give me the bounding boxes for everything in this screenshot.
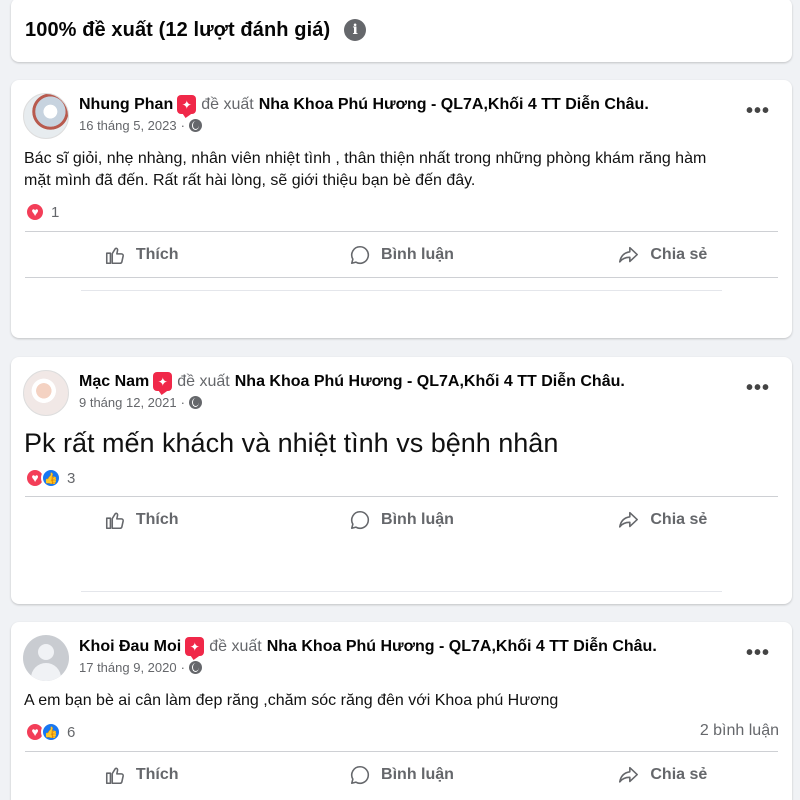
comment-area-divider [81, 290, 722, 291]
more-options-icon[interactable]: ••• [746, 378, 770, 398]
share-label: Chia sẻ [650, 246, 708, 263]
share-icon [619, 766, 639, 783]
reaction-count: 3 [67, 469, 76, 487]
post-text-line: A em bạn bè ai cân làm đep răng ,chăm só… [24, 692, 559, 709]
like-reaction-icon: 👍 [41, 468, 61, 488]
review-post: Khoi Đau Moi ✦ đề xuất Nha Khoa Phú Hươn… [11, 622, 792, 800]
like-icon [105, 767, 124, 785]
reactions-summary[interactable]: ♥ 👍 6 [25, 722, 75, 742]
post-date[interactable]: 9 tháng 12, 2021 [79, 395, 177, 410]
globe-icon [188, 119, 202, 132]
post-text: Bác sĩ giỏi, nhẹ nhàng, nhân viên nhiệt … [24, 148, 706, 192]
recommendation-summary: 100% đề xuất (12 lượt đánh giá) i [11, 0, 792, 62]
post-text-line: Pk rất mến khách và nhiệt tình vs bệnh n… [24, 428, 559, 458]
comment-icon [351, 245, 370, 265]
post-date[interactable]: 16 tháng 5, 2023 [79, 118, 177, 133]
avatar[interactable] [23, 635, 69, 681]
like-button[interactable]: Thích [11, 498, 271, 542]
review-post: Mạc Nam ✦ đề xuất Nha Khoa Phú Hương - Q… [11, 357, 792, 604]
recommend-icon: ✦ [185, 637, 205, 656]
recommend-verb: đề xuất [177, 372, 230, 390]
comment-label: Bình luận [381, 766, 454, 783]
share-label: Chia sẻ [650, 766, 708, 783]
comment-icon [351, 510, 370, 530]
page-name[interactable]: Nha Khoa Phú Hương - QL7A,Khối 4 TT Diễn… [259, 96, 649, 114]
page-name[interactable]: Nha Khoa Phú Hương - QL7A,Khối 4 TT Diễn… [235, 373, 625, 391]
post-actions: Thích Bình luận Chia sẻ [11, 233, 792, 277]
summary-title: 100% đề xuất (12 lượt đánh giá) [25, 18, 331, 41]
review-post: Nhung Phan ✦ đề xuất Nha Khoa Phú Hương … [11, 80, 792, 338]
post-text-line: Bác sĩ giỏi, nhẹ nhàng, nhân viên nhiệt … [24, 150, 707, 167]
globe-icon [188, 396, 202, 409]
share-button[interactable]: Chia sẻ [532, 753, 792, 797]
post-actions: Thích Bình luận Chia sẻ [11, 753, 792, 797]
like-label: Thích [135, 246, 179, 263]
date-separator: · [180, 118, 185, 133]
info-icon[interactable]: i [344, 19, 367, 41]
like-reaction-icon: 👍 [41, 722, 61, 742]
comment-button[interactable]: Bình luận [271, 233, 531, 277]
like-label: Thích [135, 766, 179, 783]
like-button[interactable]: Thích [11, 753, 271, 797]
comment-button[interactable]: Bình luận [271, 753, 531, 797]
divider [25, 751, 778, 752]
avatar[interactable] [23, 370, 69, 416]
share-label: Chia sẻ [650, 511, 708, 528]
divider [25, 277, 778, 278]
like-button[interactable]: Thích [11, 233, 271, 277]
comment-button[interactable]: Bình luận [271, 498, 531, 542]
post-actions: Thích Bình luận Chia sẻ [11, 498, 792, 542]
globe-icon [188, 661, 202, 674]
like-icon [105, 512, 124, 530]
love-reaction-icon: ♥ [25, 202, 45, 222]
share-button[interactable]: Chia sẻ [532, 498, 792, 542]
more-options-icon[interactable]: ••• [746, 101, 770, 121]
comment-area-divider [81, 591, 722, 592]
more-options-icon[interactable]: ••• [746, 643, 770, 663]
reactions-summary[interactable]: ♥ 👍 3 [25, 468, 75, 488]
share-icon [619, 511, 639, 528]
divider [25, 496, 778, 497]
recommend-icon: ✦ [177, 95, 197, 114]
post-text: Pk rất mến khách và nhiệt tình vs bệnh n… [24, 427, 558, 459]
date-separator: · [180, 660, 185, 675]
author-name[interactable]: Mạc Nam [79, 373, 149, 391]
like-icon [105, 247, 124, 265]
date-separator: · [180, 395, 185, 410]
author-name[interactable]: Khoi Đau Moi [79, 638, 181, 656]
reactions-summary[interactable]: ♥ 1 [25, 202, 59, 222]
comment-icon [351, 765, 370, 785]
post-date[interactable]: 17 tháng 9, 2020 [79, 660, 177, 675]
recommend-verb: đề xuất [209, 637, 262, 655]
divider [25, 231, 778, 232]
recommend-verb: đề xuất [201, 95, 254, 113]
share-button[interactable]: Chia sẻ [532, 233, 792, 277]
author-name[interactable]: Nhung Phan [79, 96, 173, 114]
reaction-count: 1 [51, 203, 60, 221]
like-label: Thích [135, 511, 179, 528]
avatar[interactable] [23, 93, 69, 139]
recommend-icon: ✦ [153, 372, 173, 391]
share-icon [619, 246, 639, 263]
comment-label: Bình luận [381, 511, 454, 528]
page-name[interactable]: Nha Khoa Phú Hương - QL7A,Khối 4 TT Diễn… [267, 638, 657, 656]
comment-count[interactable]: 2 bình luận [700, 722, 779, 740]
post-text: A em bạn bè ai cân làm đep răng ,chăm só… [24, 690, 558, 712]
reaction-count: 6 [67, 723, 76, 741]
post-text-line: mặt mình đã đến. Rất rất hài lòng, sẽ gi… [24, 172, 476, 189]
comment-label: Bình luận [381, 246, 454, 263]
